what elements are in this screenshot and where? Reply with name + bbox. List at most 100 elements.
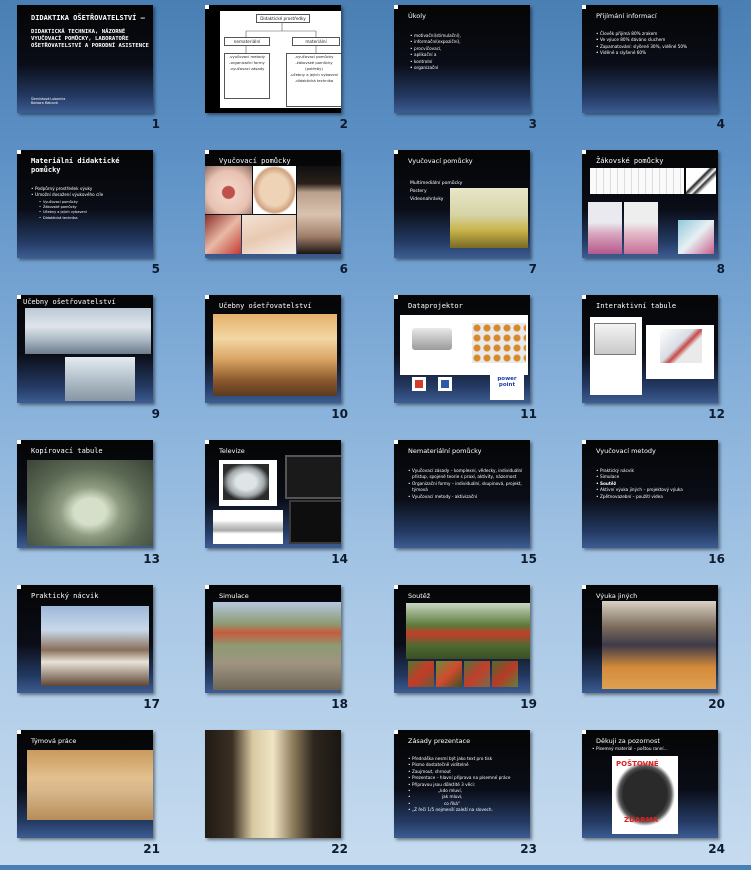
bullet-marker xyxy=(17,150,21,154)
bullet-marker xyxy=(394,295,398,299)
dvd-player-photo xyxy=(213,510,283,544)
competition-photo-small-2 xyxy=(436,661,462,687)
slide-number: 11 xyxy=(520,407,537,421)
bullet-marker xyxy=(394,440,398,444)
slide-thumbnail-8[interactable]: Žákovské pomůcky xyxy=(582,150,718,258)
slide-thumbnail-13[interactable]: Kopírovací tabule xyxy=(17,440,153,548)
slide-thumbnail-7[interactable]: Vyučovací pomůcky Multimediální pomůcky … xyxy=(394,150,530,258)
slide-title: Simulace xyxy=(219,592,249,600)
slide-title: Děkuji za pozornost xyxy=(596,737,660,745)
slide-number: 10 xyxy=(331,407,348,421)
bullet-item: Vyučovací metody - aktivizační xyxy=(408,494,526,501)
manikin-photo xyxy=(205,166,252,214)
slide-number: 2 xyxy=(339,117,348,131)
bullet-marker xyxy=(394,5,398,9)
slide-title: Úkoly xyxy=(408,12,426,20)
slide-title: Týmová práce xyxy=(31,737,77,745)
slide-number: 18 xyxy=(331,697,348,711)
limb-models-photo xyxy=(242,215,296,254)
slide-number: 1 xyxy=(151,117,160,131)
monitor-photo xyxy=(289,500,341,544)
slide-title: Učebny ošetřovatelství xyxy=(23,298,116,306)
slide-thumbnail-14[interactable]: Televize xyxy=(205,440,341,548)
classroom-scene-photo xyxy=(205,730,341,838)
slide-title: Žákovské pomůcky xyxy=(596,157,664,165)
slide-thumbnail-18[interactable]: Simulace xyxy=(205,585,341,693)
slide-thumbnail-16[interactable]: Vyučovací metody Praktický nácvik Simula… xyxy=(582,440,718,548)
slide-title: Interaktivní tabule xyxy=(596,302,677,310)
slide-cell-18: Simulace 18 xyxy=(188,580,376,725)
slide-cell-7: Vyučovací pomůcky Multimediální pomůcky … xyxy=(377,145,565,290)
bullet-marker xyxy=(205,150,209,154)
slide-thumbnail-20[interactable]: Výuka jiných xyxy=(582,585,718,693)
practice-photo xyxy=(41,606,149,686)
slide-authors: Šlemínková Lubomíra Barbora Malcová xyxy=(31,97,66,105)
slide-title: Materiální didaktické pomůcky xyxy=(31,157,120,174)
slide-title: Učebny ošetřovatelství xyxy=(219,302,312,310)
stamp-image: POŠTOVNÉ ZDARMA xyxy=(612,756,678,834)
slide-number: 16 xyxy=(708,552,725,566)
word-icon xyxy=(438,377,452,391)
competition-photo-small-1 xyxy=(408,661,434,687)
slide-number: 8 xyxy=(716,262,725,276)
slide-thumbnail-22[interactable] xyxy=(205,730,341,838)
stamp-text-bottom: ZDARMA xyxy=(624,816,659,824)
bullet-item: Zpětnovazební – použití videa xyxy=(596,494,714,501)
slide-thumbnail-11[interactable]: Dataprojektor power point xyxy=(394,295,530,403)
baby-manikin-photo xyxy=(205,215,241,254)
pens-photo xyxy=(686,168,716,194)
bullet-marker xyxy=(582,440,586,444)
projector-photo xyxy=(412,328,452,350)
crt-tv-photo xyxy=(223,464,269,500)
diagram-right-node: materiální xyxy=(292,37,340,46)
bullet-item: Viděné a slyšené 60% xyxy=(596,50,714,57)
slide-thumbnail-19[interactable]: Soutěž xyxy=(394,585,530,693)
classroom-photo-1 xyxy=(25,308,151,354)
slide-cell-10: Učebny ošetřovatelství 10 xyxy=(188,290,376,435)
slide-thumbnail-21[interactable]: Týmová práce xyxy=(17,730,153,838)
slide-cell-8: Žákovské pomůcky 8 xyxy=(565,145,751,290)
bullet-item: organizační xyxy=(410,65,526,72)
slide-thumbnail-10[interactable]: Učebny ošetřovatelství xyxy=(205,295,341,403)
stamp-text-top: POŠTOVNÉ xyxy=(616,760,659,768)
slide-thumbnail-12[interactable]: Interaktivní tabule xyxy=(582,295,718,403)
diagram-canvas: Didaktické prostředky nemateriální mater… xyxy=(220,11,341,108)
bullet-marker xyxy=(582,295,586,299)
slide-cell-19: Soutěž 19 xyxy=(377,580,565,725)
bullet-marker xyxy=(582,730,586,734)
competition-photo-small-3 xyxy=(464,661,490,687)
slide-cell-24: Děkuji za pozornost Písemný materiál – p… xyxy=(565,725,751,870)
slide-subtitle: DIDAKTICKÁ TECHNIKA, NÁZORNÉ VYUČOVACÍ P… xyxy=(31,29,149,49)
slide-thumbnail-24[interactable]: Děkuji za pozornost Písemný materiál – p… xyxy=(582,730,718,838)
slide-number: 13 xyxy=(143,552,160,566)
full-body-manikin-photo xyxy=(297,166,341,254)
slide-number: 12 xyxy=(708,407,725,421)
interactive-whiteboard-photo xyxy=(594,323,636,355)
textbook-cover-1 xyxy=(588,202,622,254)
slide-cell-14: Televize 14 xyxy=(188,435,376,580)
slide-thumbnail-9[interactable]: Učebny ošetřovatelství xyxy=(17,295,153,403)
slide-thumbnail-5[interactable]: Materiální didaktické pomůcky Podpůrný p… xyxy=(17,150,153,258)
slide-thumbnail-4[interactable]: Přijímání informací Člověk přijímá 80% z… xyxy=(582,5,718,113)
slide-title: DIDAKTIKA OŠETŘOVATELSTVÍ – xyxy=(31,14,145,22)
slide-thumbnail-17[interactable]: Praktický nácvik xyxy=(17,585,153,693)
slide-cell-4: Přijímání informací Člověk přijímá 80% z… xyxy=(565,0,751,145)
slide-thumbnail-1[interactable]: DIDAKTIKA OŠETŘOVATELSTVÍ – DIDAKTICKÁ T… xyxy=(17,5,153,113)
slide-cell-16: Vyučovací metody Praktický nácvik Simula… xyxy=(565,435,751,580)
slide-cell-15: Nemateriální pomůcky Vyučovací zásady – … xyxy=(377,435,565,580)
slide-thumbnail-23[interactable]: Zásady prezentace Přednáška nesmí být ja… xyxy=(394,730,530,838)
competition-photo-small-4 xyxy=(492,661,518,687)
powerpoint-logo: power point xyxy=(490,375,524,400)
slide-thumbnail-2[interactable]: Didaktické prostředky nemateriální mater… xyxy=(205,5,341,113)
bullet-marker xyxy=(394,585,398,589)
slide-number: 9 xyxy=(151,407,160,421)
slide-cell-6: Vyučovací pomůcky 6 xyxy=(188,145,376,290)
bullet-marker xyxy=(582,5,586,9)
slide-number: 6 xyxy=(339,262,348,276)
slide-thumbnail-6[interactable]: Vyučovací pomůcky xyxy=(205,150,341,258)
teaching-others-photo xyxy=(602,601,716,689)
slide-thumbnail-3[interactable]: Úkoly motivační(stimulační), informační(… xyxy=(394,5,530,113)
slide-thumbnail-15[interactable]: Nemateriální pomůcky Vyučovací zásady – … xyxy=(394,440,530,548)
slide-bullet-list: Praktický nácvik Simulace Soutěž Aktivní… xyxy=(596,468,714,500)
slide-number: 3 xyxy=(528,117,537,131)
